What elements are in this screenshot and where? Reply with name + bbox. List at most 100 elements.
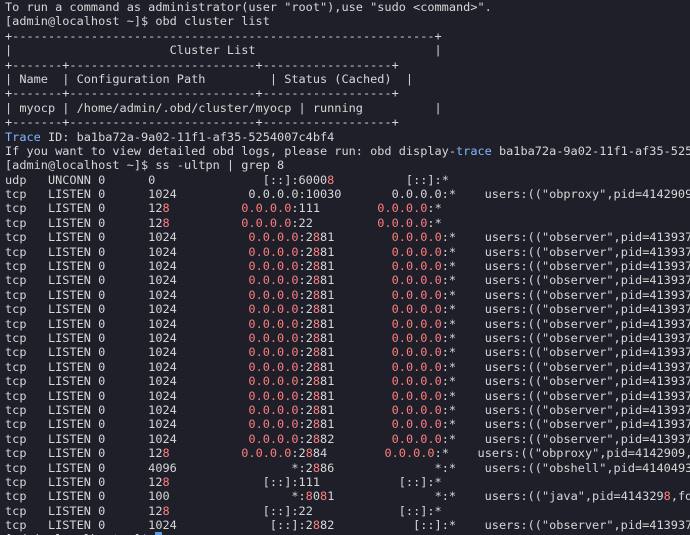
terminal-line: tcp LISTEN 0 128 [::]:22 [::]:* <box>5 504 690 518</box>
terminal-text: :* users:(("observer",pid=4139376,fd=302… <box>441 287 690 302</box>
terminal-text: tcp LISTEN 0 1024 <box>5 417 249 432</box>
terminal-text: :* users:(("observer",pid=4139376,fd=299… <box>441 302 690 317</box>
terminal-line: tcp LISTEN 0 1024 0.0.0.0:2881 0.0.0.0:*… <box>5 302 690 316</box>
terminal-text: ,fd=134)) <box>670 489 690 504</box>
terminal-text: 0.0.0.0 <box>248 359 299 374</box>
terminal-text: 81 <box>320 316 392 331</box>
terminal-text: :* users:(("observer",pid=4139376,fd=296… <box>441 316 690 331</box>
terminal-line: tcp LISTEN 0 1024 0.0.0.0:2881 0.0.0.0:*… <box>5 273 690 287</box>
terminal-text: :* users:(("observer",pid=4139376,fd=275… <box>441 417 690 432</box>
terminal-text: 81 <box>320 345 392 360</box>
terminal-text: 86 *:* users:(("obshell",pid=4140493,fd=… <box>320 460 690 475</box>
terminal-text: 0.0.0.0 <box>391 431 442 446</box>
terminal-text: 81 <box>320 273 392 288</box>
terminal-text: 84 <box>312 446 385 461</box>
terminal-text: tcp LISTEN 0 12 <box>5 474 163 489</box>
terminal-text: tcp LISTEN 0 4096 *:2 <box>5 460 313 475</box>
terminal-text: tcp LISTEN 0 1024 0.0.0.0:10030 0.0.0.0:… <box>5 187 690 202</box>
terminal-line: tcp LISTEN 0 1024 0.0.0.0:10030 0.0.0.0:… <box>5 187 690 201</box>
terminal-text: tcp LISTEN 0 1024 <box>5 402 249 417</box>
terminal-text: 0.0.0.0 <box>248 345 299 360</box>
terminal-text: tcp LISTEN 0 1024 <box>5 431 249 446</box>
terminal-text: 8 <box>312 359 321 374</box>
terminal-text: 0.0.0.0 <box>248 417 299 432</box>
terminal-text: 0.0.0.0 <box>391 302 442 317</box>
terminal-line: [admin@localhost ~]$ obd cluster list <box>5 14 690 28</box>
terminal-text: 0.0.0.0 <box>391 345 442 360</box>
terminal-line: tcp LISTEN 0 128 [::]:111 [::]:* <box>5 475 690 489</box>
terminal-line: tcp LISTEN 0 128 0.0.0.0:2884 0.0.0.0:* … <box>5 446 690 460</box>
terminal-text: 0.0.0.0 <box>248 287 299 302</box>
terminal-text: 8 <box>162 201 170 216</box>
terminal-line: tcp LISTEN 0 1024 [::]:2882 [::]:* users… <box>5 518 690 532</box>
terminal-text: 1 *:* users:(("java",pid=414329 <box>327 489 664 504</box>
terminal-text: 0.0.0.0 <box>241 201 292 216</box>
terminal-text: 8 <box>305 446 313 461</box>
terminal-text: ID: ba1ba72a-9a02-11f1-af35-5254007c4bf4 <box>40 129 335 144</box>
terminal-text: 0.0.0.0 <box>391 259 442 274</box>
terminal-text: 0.0.0.0 <box>248 374 299 389</box>
terminal-window[interactable]: To run a command as administrator(user "… <box>0 0 690 535</box>
terminal-text: 8 <box>312 460 320 475</box>
terminal-text: 81 <box>320 359 392 374</box>
terminal-text: 0.0.0.0 <box>248 402 299 417</box>
terminal-line: tcp LISTEN 0 1024 0.0.0.0:2881 0.0.0.0:*… <box>5 230 690 244</box>
terminal-line: tcp LISTEN 0 1024 0.0.0.0:2881 0.0.0.0:*… <box>5 288 690 302</box>
terminal-text: +-------+--------------------------+----… <box>5 115 399 130</box>
terminal-text: :* users:(("observer",pid=4139376,fd=311… <box>441 244 690 259</box>
terminal-text: To run a command as administrator(user "… <box>5 0 492 14</box>
terminal-text: 81 <box>320 230 392 245</box>
terminal-line: To run a command as administrator(user "… <box>5 0 690 14</box>
terminal-text: trace <box>456 143 492 158</box>
terminal-text: 0 <box>312 489 321 504</box>
terminal-text: :2 <box>298 302 313 317</box>
terminal-text: 0.0.0.0 <box>248 330 299 345</box>
terminal-text: udp UNCONN 0 0 [::]:6000 <box>5 172 328 187</box>
terminal-text: 8 <box>312 259 321 274</box>
terminal-text: | Name | Configuration Path | Status (Ca… <box>5 71 414 86</box>
terminal-text: :* users:(("observer",pid=4139376,fd=147… <box>441 431 690 446</box>
terminal-text: [admin@localhost ~]$ obd cluster list <box>5 14 270 29</box>
terminal-text: 81 <box>320 259 392 274</box>
terminal-text: 8 <box>312 431 321 446</box>
terminal-text: tcp LISTEN 0 1024 <box>5 388 249 403</box>
terminal-text: | Cluster List | <box>5 43 442 58</box>
terminal-text: tcp LISTEN 0 1024 <box>5 330 249 345</box>
terminal-text: 0.0.0.0 <box>241 446 292 461</box>
terminal-text: :2 <box>298 431 313 446</box>
terminal-text: 0.0.0.0 <box>391 244 442 259</box>
terminal-line: tcp LISTEN 0 128 0.0.0.0:111 0.0.0.0:* <box>5 201 690 215</box>
terminal-text: 81 <box>320 402 392 417</box>
terminal-text: 0.0.0.0 <box>248 316 299 331</box>
terminal-line: tcp LISTEN 0 1024 0.0.0.0:2881 0.0.0.0:*… <box>5 259 690 273</box>
terminal-text: 0.0.0.0 <box>391 273 442 288</box>
terminal-line: tcp LISTEN 0 1024 0.0.0.0:2881 0.0.0.0:*… <box>5 345 690 359</box>
terminal-text: :2 <box>298 359 313 374</box>
terminal-text: ba1ba72a-9a02-11f1-af35-5254007c4bf4 <box>498 143 690 158</box>
terminal-text: Trace <box>5 129 41 144</box>
terminal-text: 81 <box>320 302 392 317</box>
terminal-text: 0.0.0.0 <box>391 287 442 302</box>
terminal-text: :* users:(("observer",pid=4139376,fd=2 <box>441 374 690 389</box>
terminal-text: :* users:(("observer",pid=4139376,fd=314… <box>441 230 690 245</box>
terminal-text: +-------+--------------------------+----… <box>5 57 399 72</box>
terminal-line: | Name | Configuration Path | Status (Ca… <box>5 72 690 86</box>
terminal-text: 0.0.0.0 <box>248 273 299 288</box>
terminal-text: tcp LISTEN 0 1024 <box>5 259 249 274</box>
terminal-line: tcp LISTEN 0 1024 0.0.0.0:2881 0.0.0.0:*… <box>5 417 690 431</box>
terminal-text: tcp LISTEN 0 1024 <box>5 273 249 288</box>
terminal-text: 8 <box>312 345 321 360</box>
terminal-text: +---------------------------------------… <box>5 28 442 43</box>
terminal-text: :2 <box>298 402 313 417</box>
terminal-line: tcp LISTEN 0 1024 0.0.0.0:2881 0.0.0.0:*… <box>5 360 690 374</box>
terminal-text: 8 <box>162 215 170 230</box>
terminal-text: :2 <box>298 287 313 302</box>
terminal-line: +-------+--------------------------+----… <box>5 86 690 100</box>
terminal-text: tcp LISTEN 0 12 <box>5 446 163 461</box>
terminal-text: 8 <box>312 273 321 288</box>
terminal-line: | Cluster List | <box>5 43 690 57</box>
terminal-text: tcp LISTEN 0 12 <box>5 201 163 216</box>
terminal-text: tcp LISTEN 0 1024 <box>5 287 249 302</box>
terminal-line: tcp LISTEN 0 4096 *:2886 *:* users:(("ob… <box>5 461 690 475</box>
